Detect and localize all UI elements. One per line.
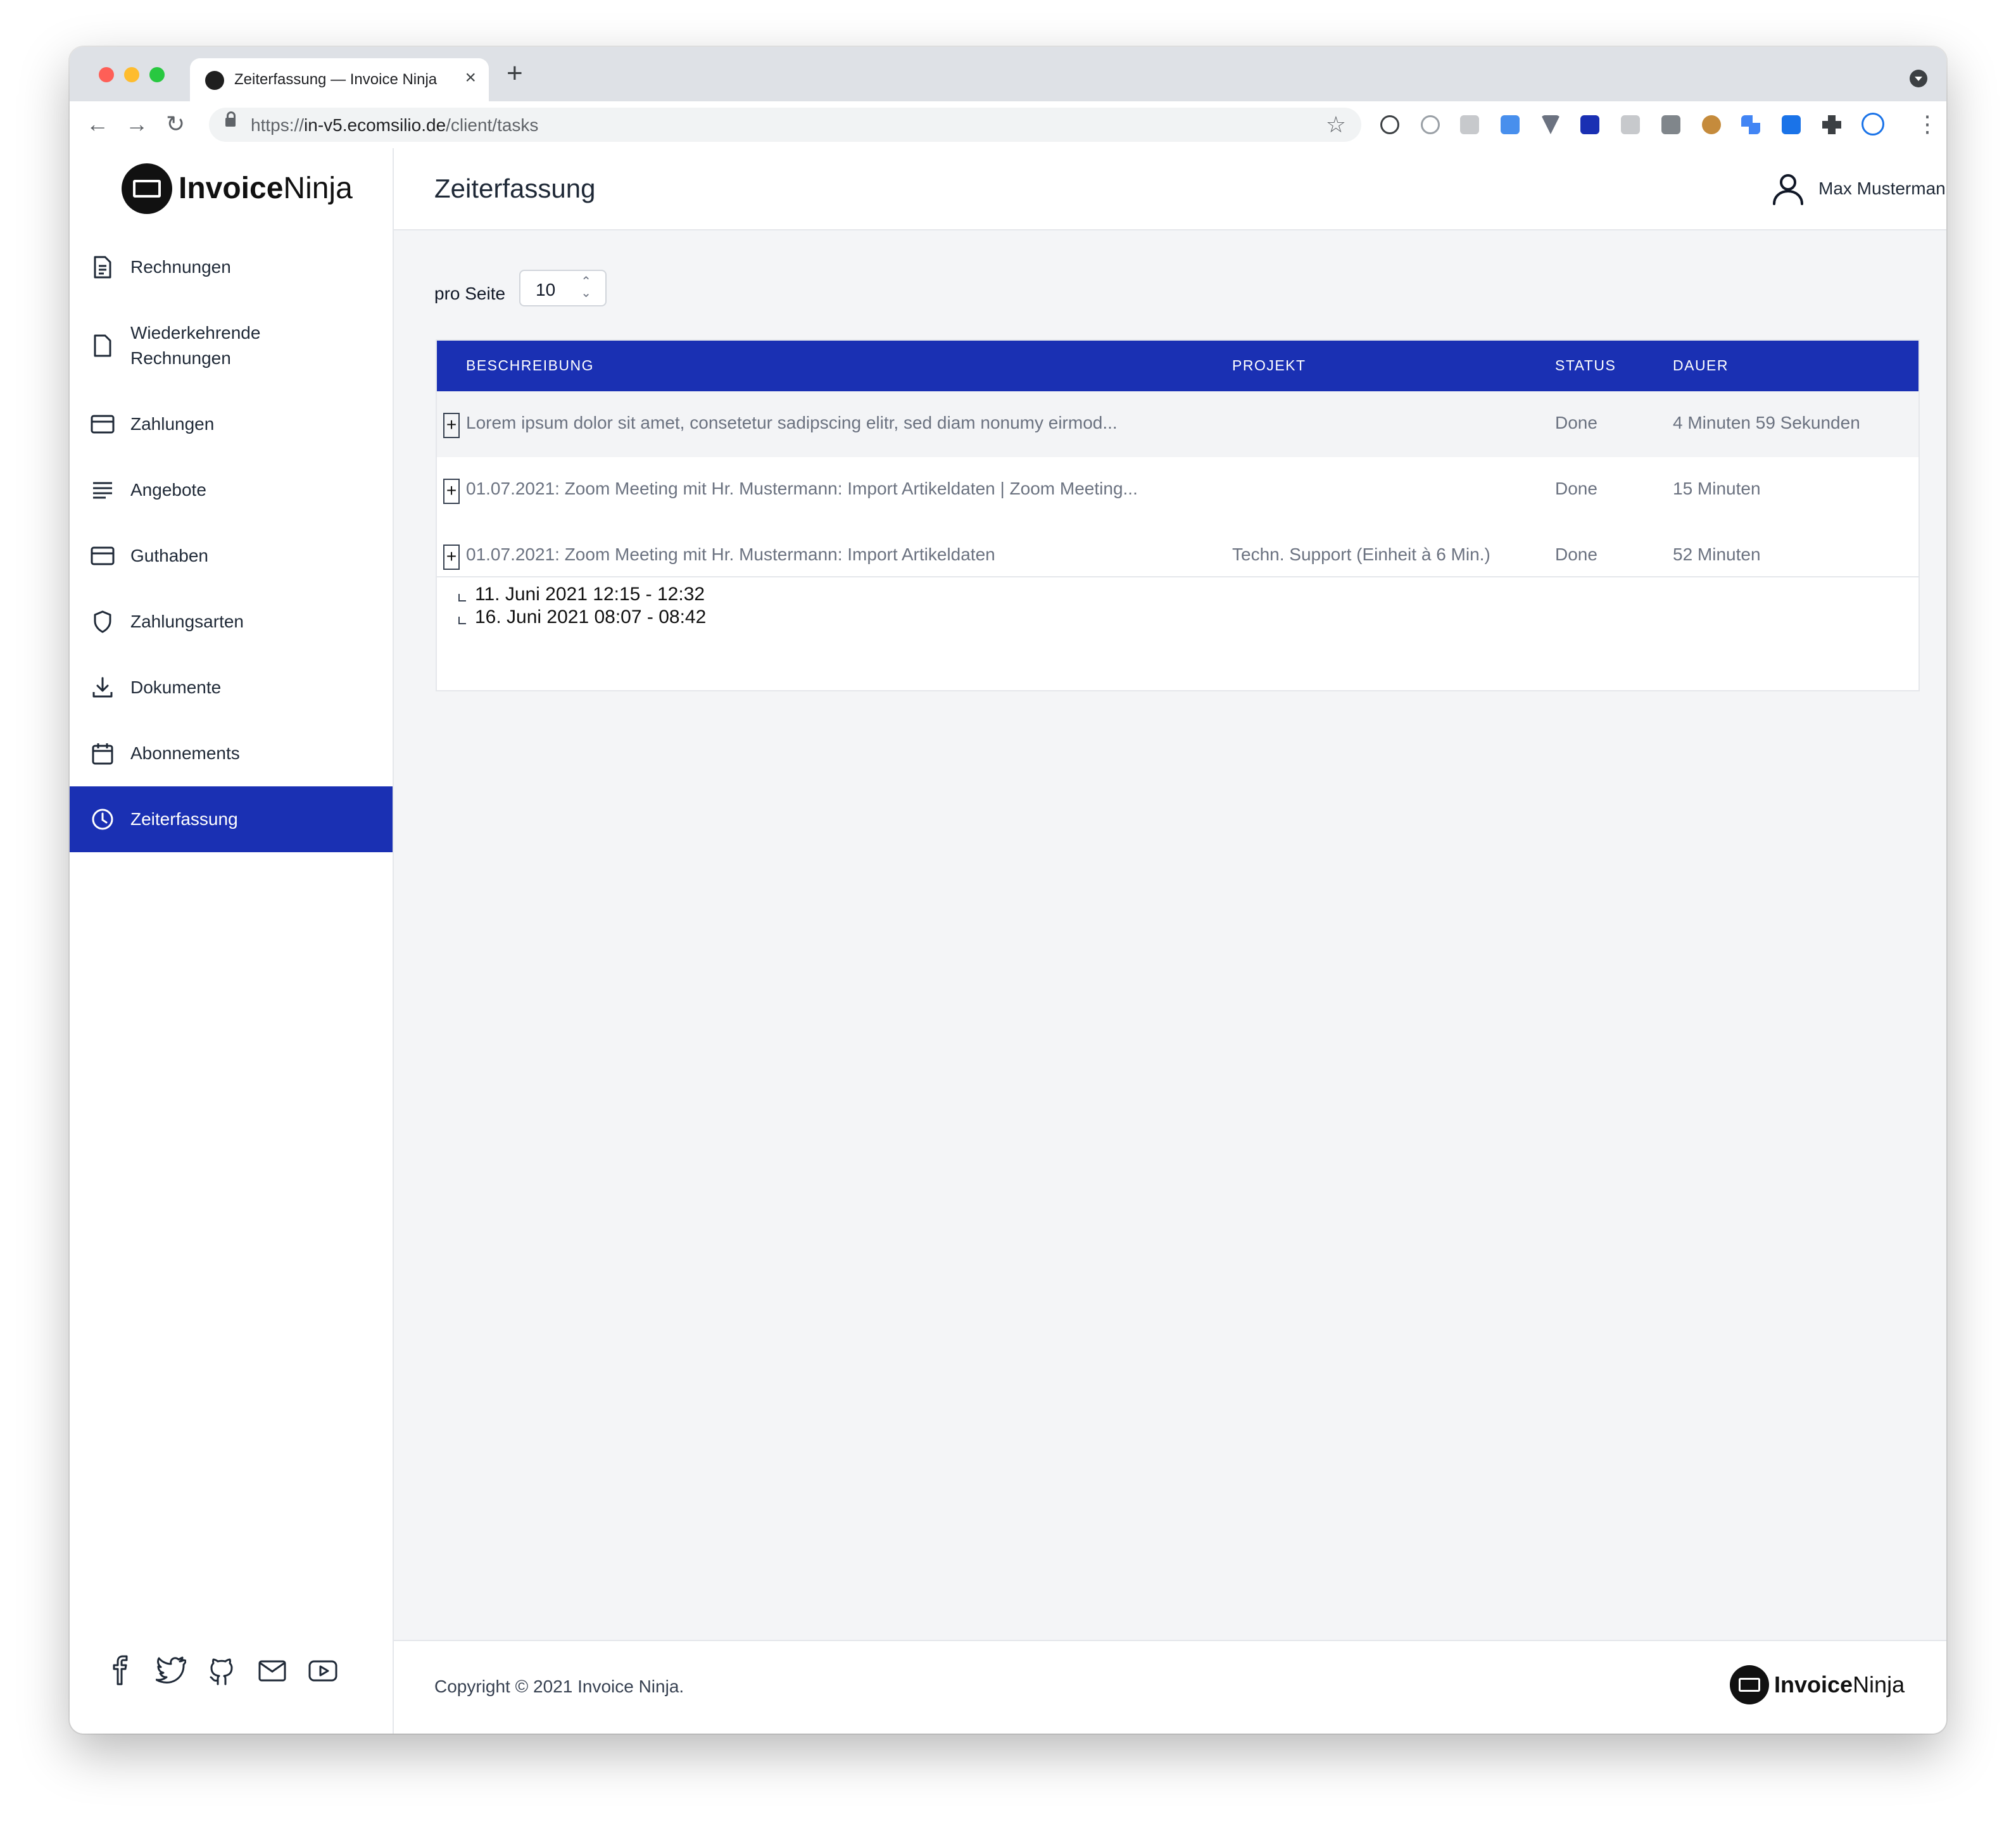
task-duration: 15 Minuten (1673, 479, 1761, 498)
task-status: Done (1555, 545, 1597, 564)
close-tab-icon[interactable]: × (465, 67, 476, 89)
twitter-icon[interactable] (155, 1655, 187, 1685)
subitem-corner-icon (458, 617, 466, 624)
extension-gdpr-icon[interactable] (1460, 115, 1479, 134)
ninja-logo-icon (1730, 1665, 1769, 1704)
extension-info-icon[interactable] (1380, 115, 1399, 134)
tab-bar: Zeiterfassung — Invoice Ninja × + (70, 47, 1946, 101)
facebook-icon[interactable] (105, 1655, 135, 1685)
sidebar-item-zahlungen[interactable]: Zahlungen (70, 391, 393, 457)
expand-row-button[interactable]: + (443, 413, 460, 438)
extension-cookie-icon[interactable] (1702, 115, 1721, 134)
column-header-dauer[interactable]: DAUER (1673, 357, 1729, 374)
footer: Copyright © 2021 Invoice Ninja. InvoiceN… (394, 1640, 1946, 1734)
download-icon (90, 675, 115, 700)
tab-title: Zeiterfassung — Invoice Ninja (234, 71, 438, 88)
extension-i-icon[interactable] (1421, 115, 1440, 134)
sidebar-item-wiederkehrende-rechnungen[interactable]: Wiederkehrende Rechnungen (70, 300, 393, 391)
shield-icon (90, 609, 115, 634)
page-title: Zeiterfassung (434, 173, 596, 203)
clock-icon (90, 807, 115, 832)
sidebar-item-abonnements[interactable]: Abonnements (70, 721, 393, 786)
extensions-puzzle-icon[interactable] (1822, 115, 1841, 134)
new-tab-button[interactable]: + (507, 60, 523, 87)
task-status: Done (1555, 479, 1597, 498)
task-description: 01.07.2021: Zoom Meeting mit Hr. Musterm… (466, 545, 995, 564)
youtube-icon[interactable] (308, 1655, 338, 1685)
browser-toolbar: ← → ↻ https://in-v5.ecomsilio.de/client/… (70, 101, 1946, 149)
tasks-table: BESCHREIBUNG PROJEKT STATUS DAUER + Lore… (436, 339, 1920, 691)
ninja-logo-icon (122, 163, 172, 214)
maximize-window-button[interactable] (149, 67, 165, 82)
minimize-window-button[interactable] (124, 67, 139, 82)
extension-grid-icon[interactable] (1580, 115, 1599, 134)
sidebar-item-zahlungsarten[interactable]: Zahlungsarten (70, 589, 393, 655)
align-left-icon (90, 477, 115, 503)
document-icon (90, 255, 115, 280)
forward-icon[interactable]: → (125, 110, 148, 138)
time-log-entry: 16. Juni 2021 08:07 - 08:42 (458, 607, 706, 628)
url-text: https://in-v5.ecomsilio.de/client/tasks (251, 115, 539, 135)
task-duration: 52 Minuten (1673, 545, 1761, 564)
extension-tag-icon[interactable] (1782, 115, 1801, 134)
expand-row-button[interactable]: + (443, 479, 460, 504)
sidebar-item-angebote[interactable]: Angebote (70, 457, 393, 523)
table-header: BESCHREIBUNG PROJEKT STATUS DAUER (437, 341, 1918, 391)
task-project: Techn. Support (Einheit à 6 Min.) (1232, 545, 1490, 564)
sidebar-item-zeiterfassung[interactable]: Zeiterfassung (70, 786, 393, 852)
time-log-entry: 11. Juni 2021 12:15 - 12:32 (458, 584, 705, 605)
browser-tab[interactable]: Zeiterfassung — Invoice Ninja × (190, 58, 489, 101)
expand-row-button[interactable]: + (443, 545, 460, 570)
credit-card-icon (90, 543, 115, 569)
task-description: 01.07.2021: Zoom Meeting mit Hr. Musterm… (466, 479, 1138, 498)
table-row[interactable]: + 01.07.2021: Zoom Meeting mit Hr. Muste… (437, 523, 1918, 589)
sidebar-item-dokumente[interactable]: Dokumente (70, 655, 393, 721)
sidebar-item-guthaben[interactable]: Guthaben (70, 523, 393, 589)
back-icon[interactable]: ← (86, 110, 109, 138)
reload-icon[interactable]: ↻ (166, 110, 185, 138)
user-icon[interactable] (1770, 171, 1806, 206)
close-window-button[interactable] (99, 67, 114, 82)
page-header: Zeiterfassung Max Mustermann (394, 148, 1946, 230)
browser-window: Zeiterfassung — Invoice Ninja × + ← → ↻ … (70, 47, 1946, 1734)
column-header-projekt[interactable]: PROJEKT (1232, 357, 1306, 374)
select-chevrons-icon: ⌃ ⌄ (581, 275, 591, 300)
table-row[interactable]: + 01.07.2021: Zoom Meeting mit Hr. Muste… (437, 457, 1918, 523)
credit-card-icon (90, 412, 115, 437)
subitem-corner-icon (458, 594, 466, 601)
task-description: Lorem ipsum dolor sit amet, consetetur s… (466, 413, 1118, 432)
tab-search-icon[interactable] (1910, 70, 1927, 87)
extension-code-icon[interactable] (1501, 115, 1520, 134)
extension-pen-icon[interactable] (1621, 115, 1640, 134)
file-icon (90, 333, 115, 358)
profile-sync-icon[interactable] (1862, 113, 1884, 135)
task-status: Done (1555, 413, 1597, 432)
task-duration: 4 Minuten 59 Sekunden (1673, 413, 1860, 432)
favicon-icon (205, 71, 224, 90)
calendar-icon (90, 741, 115, 766)
mail-icon[interactable] (257, 1655, 287, 1685)
copyright-text: Copyright © 2021 Invoice Ninja. (434, 1677, 684, 1696)
extension-devtools-icon[interactable] (1661, 115, 1680, 134)
column-header-status[interactable]: STATUS (1555, 357, 1616, 374)
column-header-beschreibung[interactable]: BESCHREIBUNG (466, 357, 594, 374)
sidebar: InvoiceNinja Rechnungen Wiederkehrende Re… (70, 148, 394, 1734)
row-divider (437, 576, 1918, 577)
per-page-label: pro Seite (434, 284, 506, 303)
address-bar[interactable]: https://in-v5.ecomsilio.de/client/tasks … (209, 108, 1361, 142)
user-name[interactable]: Max Mustermann (1818, 179, 1946, 199)
browser-menu-icon[interactable]: ⋮ (1916, 113, 1939, 135)
lock-icon (225, 111, 236, 127)
extension-blocks-icon[interactable] (1741, 115, 1760, 134)
github-icon[interactable] (206, 1655, 237, 1685)
bookmark-star-icon[interactable]: ☆ (1326, 111, 1346, 138)
sidebar-item-rechnungen[interactable]: Rechnungen (70, 234, 393, 300)
per-page-select[interactable]: 10 ⌃ ⌄ (519, 270, 607, 306)
table-row[interactable]: + Lorem ipsum dolor sit amet, consetetur… (437, 391, 1918, 457)
extension-vue-icon[interactable] (1541, 115, 1560, 134)
